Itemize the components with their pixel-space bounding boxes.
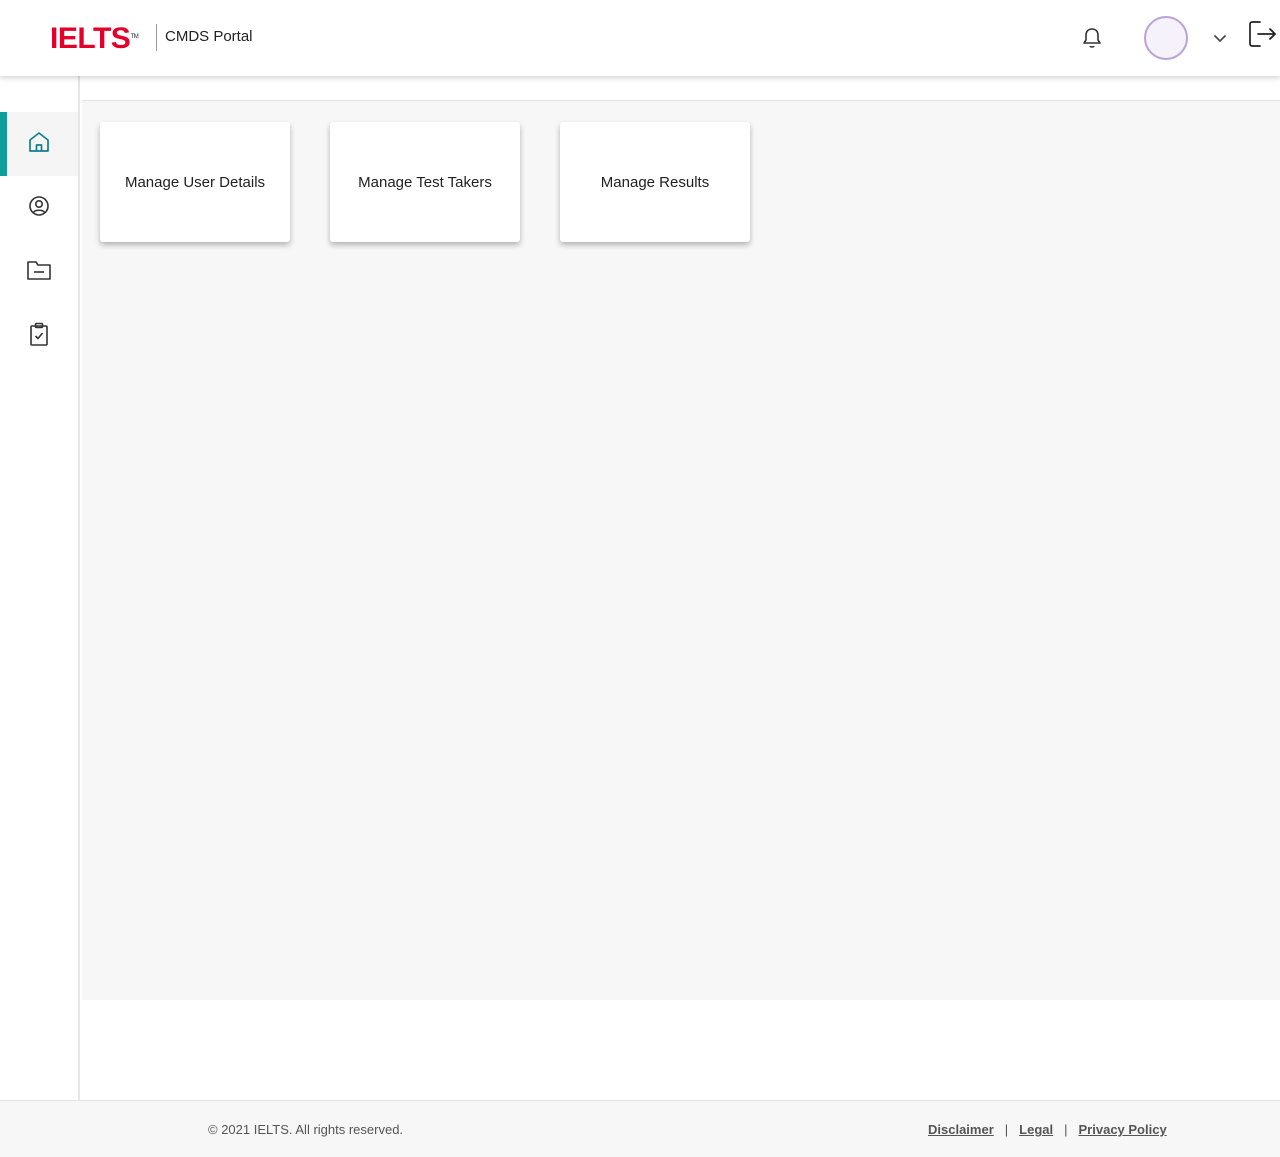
bell-icon[interactable]: [1080, 26, 1104, 50]
sidebar-item-home[interactable]: [0, 112, 78, 176]
footer-links: Disclaimer | Legal | Privacy Policy: [928, 1122, 1167, 1137]
footer-separator: |: [1064, 1122, 1068, 1137]
privacy-policy-link[interactable]: Privacy Policy: [1079, 1122, 1167, 1137]
copyright-text: © 2021 IELTS. All rights reserved.: [208, 1122, 404, 1137]
footer-separator: |: [1004, 1122, 1009, 1137]
sidebar-item-user[interactable]: [0, 176, 78, 240]
top-header: IELTS TM CMDS Portal: [0, 0, 1280, 76]
legal-link[interactable]: Legal: [1019, 1122, 1053, 1137]
clipboard-check-icon: [29, 322, 49, 351]
folder-minus-icon: [26, 259, 52, 286]
user-circle-icon: [28, 195, 50, 222]
home-icon: [27, 130, 51, 159]
logo-divider: [156, 24, 157, 51]
chevron-down-icon[interactable]: [1210, 28, 1230, 48]
manage-user-details-card[interactable]: Manage User Details: [100, 122, 290, 242]
sidebar-item-folder[interactable]: [0, 240, 78, 304]
portal-name: CMDS Portal: [165, 28, 253, 45]
footer: © 2021 IELTS. All rights reserved. Discl…: [0, 1100, 1280, 1157]
main-content: Manage User Details Manage Test Takers M…: [82, 100, 1280, 1000]
sidebar-item-clipboard[interactable]: [0, 304, 78, 368]
sidebar: [0, 76, 80, 1100]
logo-text: IELTS: [50, 22, 131, 55]
manage-results-card[interactable]: Manage Results: [560, 122, 750, 242]
avatar[interactable]: [1144, 16, 1188, 60]
logo-trademark: TM: [130, 34, 139, 40]
disclaimer-link[interactable]: Disclaimer: [928, 1122, 994, 1137]
manage-test-takers-card[interactable]: Manage Test Takers: [330, 122, 520, 242]
ielts-logo[interactable]: IELTS TM: [50, 22, 139, 55]
logout-icon[interactable]: [1246, 18, 1278, 50]
